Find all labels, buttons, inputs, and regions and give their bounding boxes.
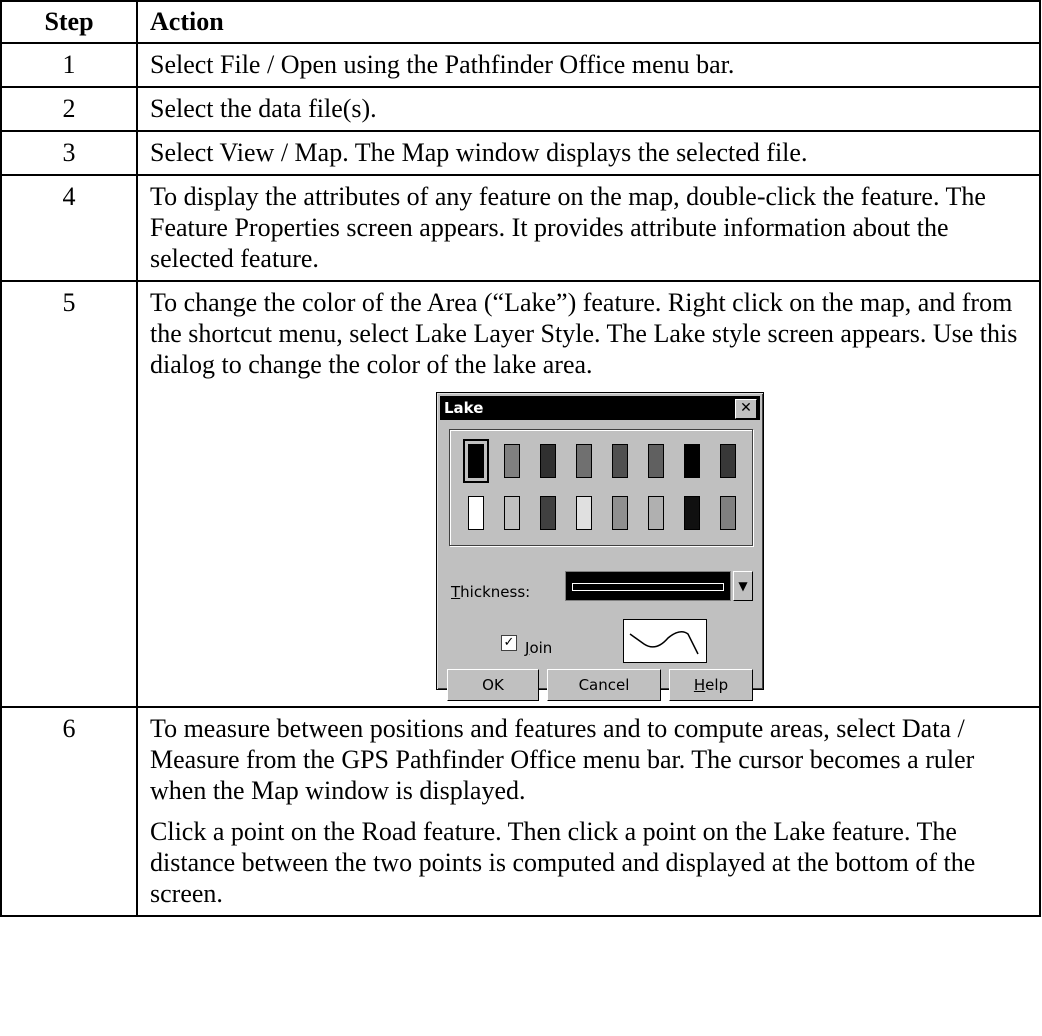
step-number: 1: [0, 42, 138, 88]
color-swatch[interactable]: [540, 444, 556, 478]
action-column-header: Action: [136, 0, 1041, 44]
step-action: Select File / Open using the Pathfinder …: [136, 42, 1041, 88]
table-row: 2 Select the data file(s).: [0, 86, 1041, 132]
step-number: 4: [0, 174, 138, 282]
chevron-down-icon[interactable]: ▼: [733, 571, 753, 601]
help-button[interactable]: Help: [669, 669, 753, 701]
step-action: Select the data file(s).: [136, 86, 1041, 132]
thickness-select[interactable]: [565, 571, 731, 601]
ok-button[interactable]: OK: [447, 669, 539, 701]
color-swatch[interactable]: [504, 496, 520, 530]
dialog-title: Lake: [444, 399, 484, 417]
color-swatch[interactable]: [612, 444, 628, 478]
table-row: 6 To measure between positions and featu…: [0, 706, 1041, 917]
color-swatch[interactable]: [612, 496, 628, 530]
step-number: 3: [0, 130, 138, 176]
table-row: 3 Select View / Map. The Map window disp…: [0, 130, 1041, 176]
step-action-cell: To measure between positions and feature…: [136, 706, 1041, 917]
step-column-header: Step: [0, 0, 138, 44]
step-action: To display the attributes of any feature…: [136, 174, 1041, 282]
step-action-cell: To change the color of the Area (“Lake”)…: [136, 280, 1041, 708]
steps-table: Step Action 1 Select File / Open using t…: [0, 0, 1041, 917]
lake-style-dialog: Lake ✕ Thickness: ▼ ✓ Join OK Cancel Hel…: [436, 392, 764, 701]
color-swatch[interactable]: [720, 496, 736, 530]
dialog-screenshot-area: Lake ✕ Thickness: ▼ ✓ Join OK Cancel Hel…: [150, 380, 1027, 701]
step-number: 2: [0, 86, 138, 132]
step-number: 6: [0, 706, 138, 917]
step-action: To change the color of the Area (“Lake”)…: [150, 288, 1018, 379]
line-style-preview: [623, 619, 707, 663]
color-palette: [449, 429, 753, 546]
table-header-row: Step Action: [0, 0, 1041, 44]
close-icon[interactable]: ✕: [735, 399, 757, 419]
color-swatch[interactable]: [720, 444, 736, 478]
color-swatch[interactable]: [684, 496, 700, 530]
table-row: 1 Select File / Open using the Pathfinde…: [0, 42, 1041, 88]
line-preview-icon: [629, 631, 699, 655]
dialog-title-bar: Lake ✕: [440, 396, 760, 420]
color-swatch[interactable]: [468, 496, 484, 530]
join-label: Join: [525, 639, 553, 657]
color-swatch[interactable]: [684, 444, 700, 478]
color-swatch[interactable]: [540, 496, 556, 530]
step-action-followup: Click a point on the Road feature. Then …: [150, 817, 976, 908]
cancel-button[interactable]: Cancel: [547, 669, 661, 701]
color-swatch[interactable]: [648, 496, 664, 530]
color-swatch[interactable]: [576, 444, 592, 478]
step-action: To measure between positions and feature…: [150, 714, 975, 805]
step-number: 5: [0, 280, 138, 708]
thickness-label: Thickness:: [451, 583, 531, 601]
color-swatch[interactable]: [504, 444, 520, 478]
table-row: 5 To change the color of the Area (“Lake…: [0, 280, 1041, 708]
color-swatch[interactable]: [648, 444, 664, 478]
color-swatch[interactable]: [463, 439, 489, 483]
thickness-line-preview: [572, 583, 724, 591]
table-row: 4 To display the attributes of any featu…: [0, 174, 1041, 282]
step-action: Select View / Map. The Map window displa…: [136, 130, 1041, 176]
color-swatch[interactable]: [576, 496, 592, 530]
join-checkbox[interactable]: ✓: [501, 635, 517, 651]
